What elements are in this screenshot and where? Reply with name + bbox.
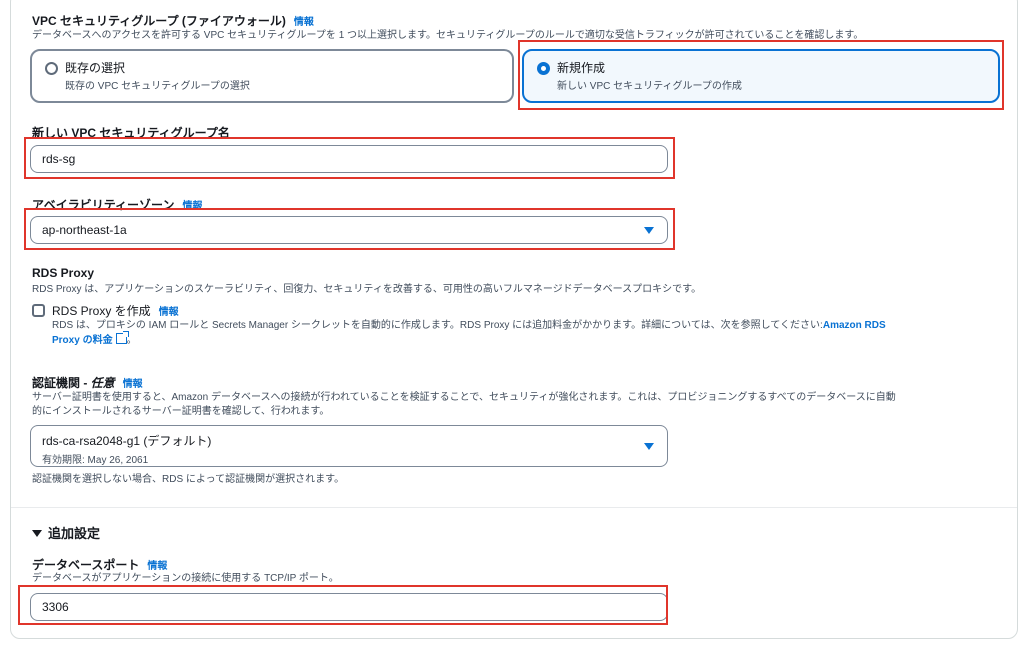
tile-existing-sg[interactable]: 既存の選択 既存の VPC セキュリティグループの選択 (30, 49, 514, 103)
az-select[interactable]: ap-northeast-1a (30, 216, 668, 244)
additional-settings-toggle[interactable]: 追加設定 (32, 523, 100, 542)
ca-info-link[interactable]: 情報 (123, 379, 143, 390)
db-port-description: データベースがアプリケーションの接続に使用する TCP/IP ポート。 (32, 573, 339, 584)
vpc-sg-description: データベースへのアクセスを許可する VPC セキュリティグループを 1 つ以上選… (32, 30, 864, 41)
ca-footer: 認証機関を選択しない場合、RDS によって認証機関が選択されます。 (32, 474, 345, 485)
ca-label-text: 認証機関 - (32, 376, 91, 390)
section-divider (11, 507, 1017, 508)
rds-proxy-heading: RDS Proxy (32, 266, 95, 280)
vpc-sg-label-text: VPC セキュリティグループ (ファイアウォール) (32, 14, 286, 28)
chevron-down-icon (644, 443, 654, 450)
tile-new-subtitle: 新しい VPC セキュリティグループの作成 (557, 81, 742, 92)
additional-settings-heading: 追加設定 (48, 526, 101, 541)
db-port-info-link[interactable]: 情報 (147, 561, 167, 572)
rds-proxy-pricing-link-a[interactable]: Amazon RDS (823, 320, 886, 331)
tile-existing-title: 既存の選択 (65, 61, 126, 75)
db-port-label-text: データベースポート (32, 558, 140, 572)
rds-proxy-detail: RDS は、プロキシの IAM ロールと Secrets Manager シーク… (52, 319, 886, 333)
external-link-icon[interactable] (115, 331, 129, 344)
rds-proxy-info-link[interactable]: 情報 (159, 307, 179, 318)
db-port-label: データベースポート 情報 (32, 556, 167, 573)
new-sg-name-input[interactable]: rds-sg (30, 145, 668, 173)
az-label: アベイラビリティーゾーン 情報 (32, 196, 202, 213)
rds-proxy-checkbox[interactable] (32, 304, 45, 317)
vpc-sg-info-link[interactable]: 情報 (294, 17, 314, 28)
tile-new-sg[interactable]: 新規作成 新しい VPC セキュリティグループの作成 (522, 49, 1000, 103)
db-port-input[interactable]: 3306 (30, 593, 668, 621)
rds-proxy-description: RDS Proxy は、アプリケーションのスケーラビリティ、回復力、セキュリティ… (32, 284, 702, 295)
chevron-down-icon (644, 227, 654, 234)
ca-description-1: サーバー証明書を使用すると、Amazon データベースへの接続が行われていること… (32, 392, 896, 403)
ca-expiry: 有効期限: May 26, 2061 (42, 455, 149, 466)
ca-select[interactable]: rds-ca-rsa2048-g1 (デフォルト) 有効期限: May 26, … (30, 425, 668, 467)
radio-new-sg[interactable] (537, 62, 550, 75)
vpc-sg-label: VPC セキュリティグループ (ファイアウォール) 情報 (32, 12, 314, 29)
az-label-text: アベイラビリティーゾーン (32, 198, 175, 212)
tile-new-title: 新規作成 (557, 61, 606, 75)
rds-proxy-detail-line2: Proxy の料金。 (52, 331, 137, 348)
rds-proxy-checkbox-text: RDS Proxy を作成 (52, 304, 151, 318)
az-info-link[interactable]: 情報 (182, 201, 202, 212)
caret-down-icon (32, 530, 42, 537)
ca-label: 認証機関 - 任意 情報 (32, 374, 143, 391)
radio-existing-sg[interactable] (45, 62, 58, 75)
ca-description-2: 的にインストールされるサーバー証明書を確認して、行われます。 (32, 406, 330, 417)
tile-existing-subtitle: 既存の VPC セキュリティグループの選択 (65, 81, 250, 92)
rds-proxy-detail-text: RDS は、プロキシの IAM ロールと Secrets Manager シーク… (52, 320, 823, 331)
rds-proxy-pricing-link-b[interactable]: Proxy の料金 (52, 335, 113, 346)
az-select-value: ap-northeast-1a (42, 223, 127, 237)
rds-proxy-checkbox-label: RDS Proxy を作成 情報 (52, 302, 179, 319)
ca-label-optional: 任意 (90, 376, 115, 390)
ca-select-value: rds-ca-rsa2048-g1 (デフォルト) (42, 434, 212, 448)
new-sg-name-label: 新しい VPC セキュリティグループ名 (32, 126, 230, 140)
